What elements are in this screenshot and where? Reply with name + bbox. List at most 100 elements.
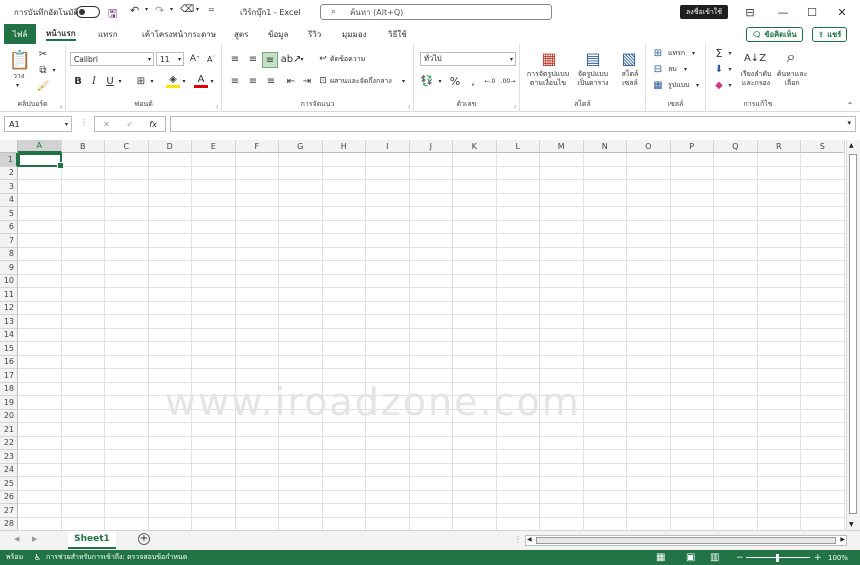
column-header[interactable]: E (192, 140, 236, 153)
fill-color-icon[interactable]: ◈ (166, 74, 180, 88)
merge-dropdown-icon[interactable]: ▾ (402, 77, 405, 86)
selected-cell[interactable] (18, 153, 64, 169)
tab-formulas[interactable]: สูตร (234, 27, 248, 41)
cell-styles-icon[interactable]: ▧ (618, 48, 640, 68)
clear-dropdown-icon[interactable]: ▾ (726, 78, 734, 92)
format-cells-icon[interactable]: ▦ (652, 79, 664, 91)
horizontal-scroll-thumb[interactable] (536, 537, 836, 544)
orientation-dropdown-icon[interactable]: ▾ (298, 52, 306, 66)
row-header[interactable]: 11 (0, 288, 18, 302)
row-header[interactable]: 25 (0, 477, 18, 491)
insert-dropdown-icon[interactable]: ▾ (692, 49, 695, 58)
paste-dropdown-icon[interactable]: ▾ (16, 81, 19, 90)
clipboard-launcher-icon[interactable]: ⌟ (59, 102, 62, 109)
clear-format-icon[interactable]: ⌫ (180, 4, 194, 15)
align-bottom-icon[interactable]: ≡ (262, 52, 278, 68)
qat-customize-icon[interactable]: = (208, 5, 215, 14)
align-middle-icon[interactable]: ≡ (246, 52, 260, 66)
insert-cells-button[interactable]: แทรก (668, 49, 685, 58)
column-header[interactable]: P (670, 140, 714, 153)
accounting-dropdown-icon[interactable]: ▾ (436, 74, 444, 88)
increase-decimal-icon[interactable]: ←.0 (482, 74, 498, 88)
page-layout-view-icon[interactable]: ▣ (686, 552, 695, 563)
format-cells-button[interactable]: รูปแบบ (668, 81, 690, 90)
column-header[interactable]: R (757, 140, 801, 153)
increase-font-icon[interactable]: A ^ (188, 52, 202, 66)
redo-icon[interactable]: ↷ (155, 4, 164, 17)
copy-icon[interactable]: ⧉ (36, 64, 50, 76)
merge-center-button[interactable]: ผสานและจัดกึ่งกลาง (330, 77, 392, 86)
column-header[interactable]: F (235, 140, 279, 153)
insert-cells-icon[interactable]: ⊞ (652, 47, 664, 59)
border-dropdown-icon[interactable]: ▾ (148, 74, 156, 88)
underline-icon[interactable]: U (104, 74, 116, 88)
sort-filter-icon[interactable]: A↓Z (744, 48, 766, 68)
row-header[interactable]: 13 (0, 315, 18, 329)
column-header[interactable]: D (148, 140, 192, 153)
minimize-button[interactable]: — (773, 4, 793, 20)
paste-label[interactable]: วาง (13, 72, 24, 81)
column-header[interactable]: O (627, 140, 671, 153)
insert-function-icon[interactable]: fx (149, 120, 157, 129)
row-header[interactable]: 26 (0, 490, 18, 504)
zoom-in-icon[interactable]: + (814, 553, 822, 563)
fill-dropdown-icon[interactable]: ▾ (726, 62, 734, 76)
row-header[interactable]: 5 (0, 207, 18, 221)
autosave-toggle[interactable] (76, 6, 100, 18)
format-table-icon[interactable]: ▤ (582, 48, 604, 68)
row-header[interactable]: 10 (0, 274, 18, 288)
row-header[interactable]: 27 (0, 504, 18, 518)
add-sheet-icon[interactable]: + (138, 533, 150, 545)
paste-icon[interactable]: 📋 (8, 48, 32, 72)
font-color-dropdown-icon[interactable]: ▾ (208, 74, 216, 88)
format-dropdown-icon[interactable]: ▾ (696, 81, 699, 90)
column-header[interactable]: H (322, 140, 366, 153)
row-header[interactable]: 17 (0, 369, 18, 383)
cancel-icon[interactable]: ✕ (103, 120, 110, 129)
worksheet-grid[interactable]: ABCDEFGHIJKLMNOPQRS 1 2 3 4 5 6 7 8 9 10 11 12 13 14 1… (0, 140, 846, 530)
orientation-icon[interactable]: ab↗ (281, 52, 302, 66)
delete-cells-icon[interactable]: ⊟ (652, 63, 664, 75)
underline-dropdown-icon[interactable]: ▾ (116, 74, 124, 88)
format-dropdown-icon[interactable]: ▾ (196, 6, 199, 13)
row-header[interactable]: 14 (0, 328, 18, 342)
tab-help[interactable]: วิธีใช้ (388, 27, 407, 41)
select-all-button[interactable] (0, 140, 18, 153)
row-header[interactable]: 1 (0, 153, 18, 167)
italic-icon[interactable]: I (88, 74, 100, 88)
column-header[interactable]: B (61, 140, 105, 153)
zoom-out-icon[interactable]: − (736, 553, 744, 563)
redo-dropdown-icon[interactable]: ▾ (170, 6, 173, 13)
find-select-button[interactable]: ค้นหาและ เลือก (774, 70, 810, 88)
scroll-left-icon[interactable]: ◀ (527, 536, 532, 543)
row-header[interactable]: 7 (0, 234, 18, 248)
zoom-slider-thumb[interactable] (776, 554, 779, 562)
name-box-dropdown-icon[interactable]: ▾ (65, 121, 68, 128)
vertical-scroll-thumb[interactable] (849, 154, 857, 514)
column-header[interactable]: N (583, 140, 627, 153)
close-button[interactable]: ✕ (832, 4, 852, 20)
cut-icon[interactable]: ✂ (36, 48, 50, 60)
find-select-icon[interactable]: ⌕ (780, 46, 802, 68)
share-button[interactable]: ⇪ แชร์ (812, 27, 848, 42)
sheet-tab-sheet1[interactable]: Sheet1 (68, 531, 116, 549)
decrease-decimal-icon[interactable]: .00→ (500, 74, 516, 88)
column-header[interactable]: L (496, 140, 540, 153)
bold-icon[interactable]: B (72, 74, 84, 88)
row-header[interactable]: 18 (0, 382, 18, 396)
scroll-down-icon[interactable]: ▼ (849, 521, 854, 528)
sort-filter-button[interactable]: เรียงลำดับ และกรอง (738, 70, 774, 88)
wrap-text-button[interactable]: ตัดข้อความ (330, 55, 365, 64)
tab-data[interactable]: ข้อมูล (268, 27, 288, 41)
clear-icon[interactable]: ◆ (712, 78, 726, 92)
tab-insert[interactable]: แทรก (98, 27, 118, 41)
conditional-format-icon[interactable]: ▦ (538, 48, 560, 68)
conditional-format-button[interactable]: การจัดรูปแบบ ตามเงื่อนไข (524, 70, 572, 88)
fill-dropdown-icon[interactable]: ▾ (180, 74, 188, 88)
row-header[interactable]: 19 (0, 396, 18, 410)
align-center-icon[interactable]: ≡ (246, 74, 260, 88)
column-header[interactable]: K (453, 140, 497, 153)
column-header[interactable]: G (279, 140, 323, 153)
align-left-icon[interactable]: ≡ (228, 74, 242, 88)
autosum-dropdown-icon[interactable]: ▾ (726, 46, 734, 60)
